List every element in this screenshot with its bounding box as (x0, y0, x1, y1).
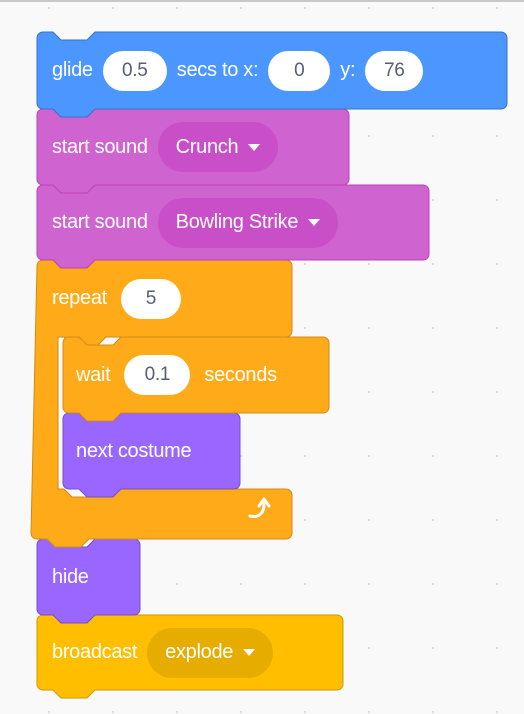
wait-seconds-label: seconds (204, 363, 277, 386)
broadcast-message-value: explode (165, 641, 234, 663)
sound-dropdown-crunch[interactable]: Crunch (157, 122, 279, 172)
start-sound-label: start sound (52, 211, 148, 233)
glide-x-input[interactable]: 0 (268, 50, 331, 91)
sound-dropdown-value: Bowling Strike (175, 211, 299, 233)
next-costume-block[interactable]: next costume (63, 413, 240, 489)
dropdown-arrow-icon (243, 649, 256, 656)
sound-dropdown-value: Crunch (175, 135, 239, 158)
glide-label: glide (52, 59, 93, 81)
repeat-times-input[interactable]: 5 (120, 278, 181, 319)
glide-block[interactable]: glide 0.5 secs to x: 0 y: 76 (37, 32, 507, 109)
glide-secs-input[interactable]: 0.5 (102, 50, 167, 91)
glide-y-input[interactable]: 76 (365, 50, 424, 91)
glide-secs-label: secs to x: (176, 59, 259, 81)
wait-block[interactable]: wait 0.1 seconds (63, 337, 329, 413)
start-sound-label: start sound (52, 135, 148, 158)
dropdown-arrow-icon (308, 219, 321, 226)
repeat-label: repeat (52, 287, 107, 309)
start-sound-crunch-block[interactable]: start sound Crunch (37, 109, 349, 185)
broadcast-label: broadcast (52, 641, 138, 663)
start-sound-bowling-block[interactable]: start sound Bowling Strike (37, 185, 429, 260)
wait-label: wait (76, 363, 111, 386)
sound-dropdown-bowling[interactable]: Bowling Strike (157, 197, 339, 248)
glide-y-label: y: (340, 59, 356, 81)
next-costume-label: next costume (76, 439, 192, 462)
repeat-block[interactable]: repeat 5 (37, 260, 292, 337)
hide-label: hide (52, 565, 89, 588)
dropdown-arrow-icon (248, 143, 261, 151)
broadcast-block[interactable]: broadcast explode (37, 615, 343, 690)
hide-block[interactable]: hide (37, 539, 140, 615)
broadcast-message-dropdown[interactable]: explode (147, 627, 274, 678)
wait-seconds-input[interactable]: 0.1 (124, 355, 191, 395)
